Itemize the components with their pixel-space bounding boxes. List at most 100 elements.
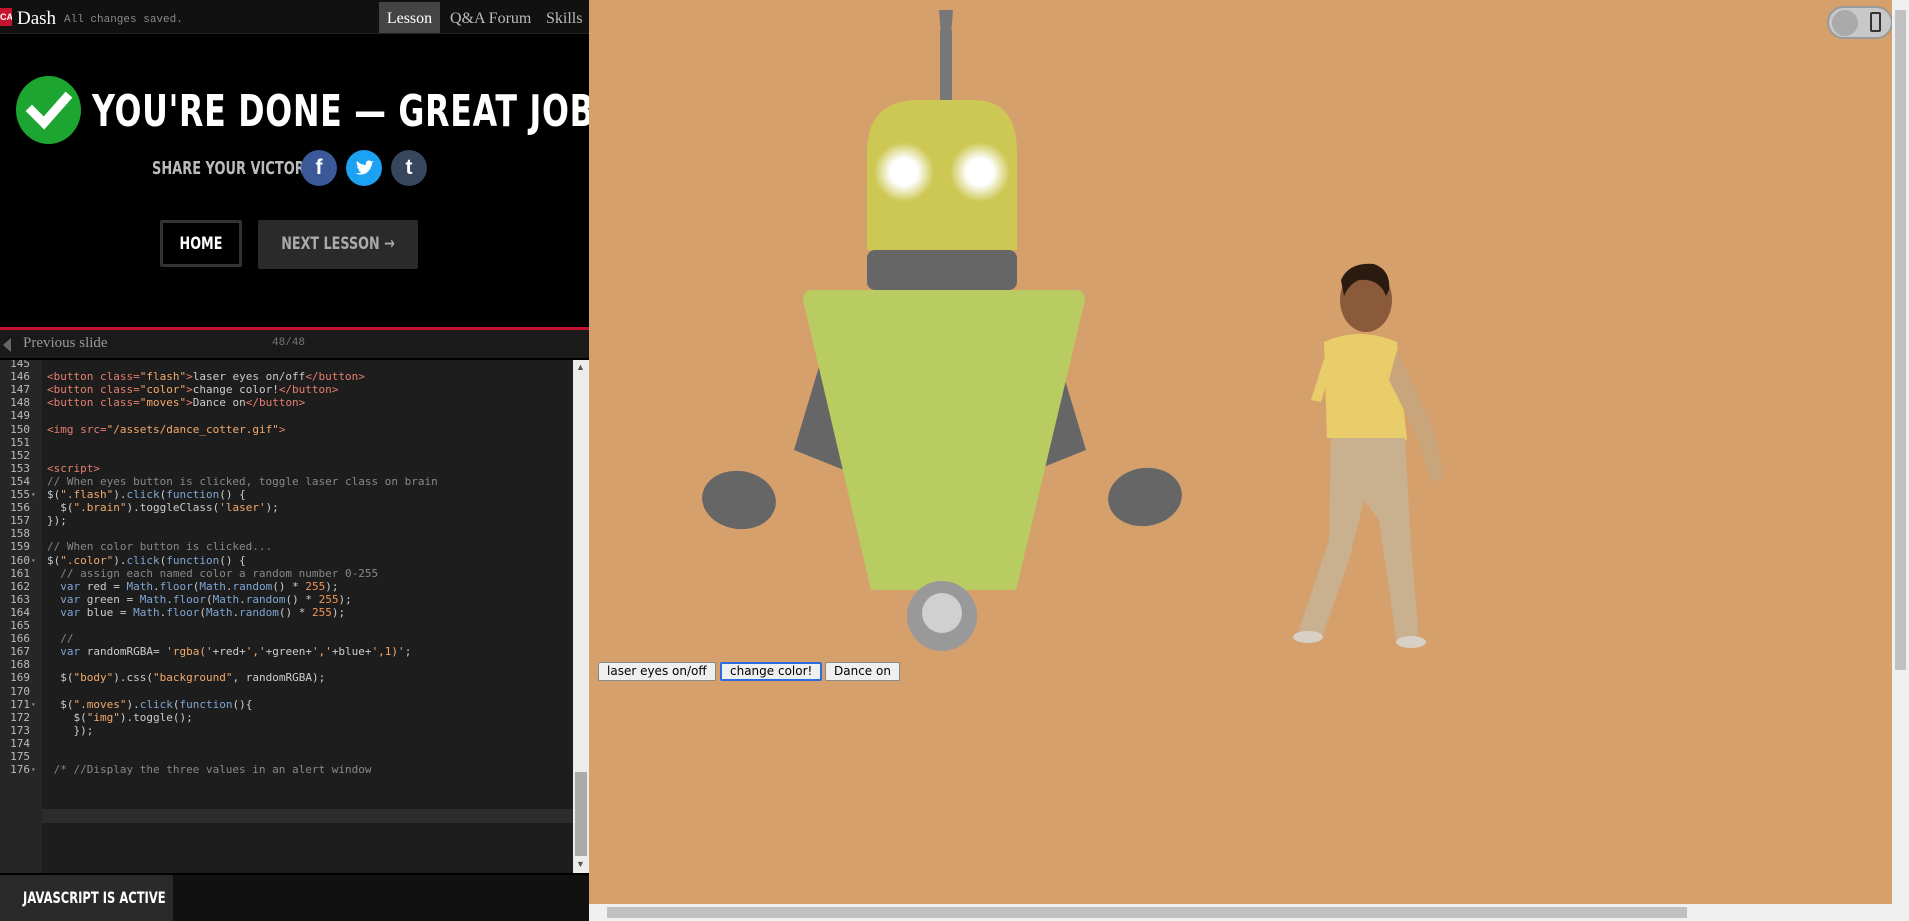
line-number: 174 xyxy=(10,736,30,750)
previous-arrow-icon[interactable] xyxy=(3,338,11,352)
javascript-active-indicator: JAVASCRIPT IS ACTIVE xyxy=(0,875,173,921)
line-number: 165 xyxy=(10,619,30,632)
scroll-up-icon[interactable]: ▲ xyxy=(576,362,585,372)
dancing-man-image xyxy=(1293,263,1444,648)
code-line[interactable]: var blue = Math.floor(Math.random() * 25… xyxy=(47,606,345,619)
line-number: 172 xyxy=(10,710,30,724)
line-number: 166 xyxy=(10,632,30,646)
line-number: 176 xyxy=(10,763,30,777)
line-number: 171 xyxy=(10,697,30,711)
javascript-active-label: JAVASCRIPT IS ACTIVE xyxy=(23,888,166,907)
code-line[interactable]: $("img").toggle(); xyxy=(47,711,192,724)
preview-horizontal-scroll-thumb[interactable] xyxy=(607,907,1687,918)
robot-left-eye xyxy=(874,142,934,202)
line-number: 150 xyxy=(10,422,30,436)
line-number: 169 xyxy=(10,671,30,685)
slide-counter: 48/48 xyxy=(272,337,306,349)
line-number: 149 xyxy=(10,409,30,423)
line-number: 148 xyxy=(10,396,30,410)
line-number: 152 xyxy=(10,448,30,462)
mobile-phone-icon[interactable] xyxy=(1870,12,1881,32)
next-lesson-button[interactable]: NEXT LESSON → xyxy=(258,220,418,269)
brand-name[interactable]: Dash xyxy=(17,8,56,30)
fold-arrow-icon[interactable]: ▾ xyxy=(31,700,36,709)
next-lesson-label: NEXT LESSON → xyxy=(281,234,395,254)
line-number: 159 xyxy=(10,540,30,554)
robot-illustration xyxy=(702,10,1444,651)
code-line[interactable]: $(".moves").click(function(){ xyxy=(47,698,252,711)
line-number: 151 xyxy=(10,435,30,449)
code-line[interactable]: $(".brain").toggleClass('laser'); xyxy=(47,501,279,514)
twitter-icon[interactable] xyxy=(346,150,382,186)
line-number: 157 xyxy=(10,514,30,528)
code-line[interactable]: var green = Math.floor(Math.random() * 2… xyxy=(47,593,351,606)
dance-on-button[interactable]: Dance on xyxy=(825,662,900,681)
code-line[interactable]: $("body").css("background", randomRGBA); xyxy=(47,671,325,684)
code-line[interactable]: $(".flash").click(function() { xyxy=(47,488,246,501)
line-number: 170 xyxy=(10,684,30,698)
change-color-button[interactable]: change color! xyxy=(720,662,823,681)
line-number-gutter: 145 146 147 148 149 150 151 152 153 154 155 ▾ 156 157… xyxy=(0,360,42,873)
code-line[interactable]: // xyxy=(47,632,73,645)
code-line[interactable]: // When color button is clicked... xyxy=(47,540,272,553)
code-line[interactable]: }); xyxy=(47,514,67,527)
line-number: 155 xyxy=(10,488,30,501)
code-line[interactable]: <script> xyxy=(47,462,100,475)
code-line[interactable]: $(".color").click(function() { xyxy=(47,554,246,567)
line-number: 154 xyxy=(10,474,30,488)
line-number: 164 xyxy=(10,605,30,619)
line-number: 163 xyxy=(10,592,30,606)
line-number: 156 xyxy=(10,501,30,515)
facebook-icon[interactable]: f xyxy=(301,150,337,186)
home-button-label: HOME xyxy=(179,234,223,254)
code-editor[interactable]: 145 146 147 148 149 150 151 152 153 154 155 ▾ 156 157… xyxy=(0,360,573,873)
line-number: 167 xyxy=(10,645,30,659)
robot-body xyxy=(803,290,1085,590)
code-line[interactable]: <button class="flash">laser eyes on/off<… xyxy=(47,370,365,383)
line-number: 147 xyxy=(10,383,30,397)
code-line[interactable]: <button class="color">change color!</but… xyxy=(47,383,338,396)
tab-skills[interactable]: Skills xyxy=(546,2,582,33)
fold-arrow-icon[interactable]: ▾ xyxy=(31,556,36,565)
top-bar: CA Dash All changes saved. Lesson Q&A Fo… xyxy=(0,0,589,34)
robot-left-hand xyxy=(702,470,776,530)
tab-qa-forum[interactable]: Q&A Forum xyxy=(450,2,531,33)
codecademy-logo[interactable]: CA xyxy=(0,8,12,26)
toggle-knob[interactable] xyxy=(1832,10,1858,36)
line-number: 145 xyxy=(10,360,30,370)
tumblr-icon[interactable]: t xyxy=(391,150,427,186)
home-button[interactable]: HOME xyxy=(160,220,242,267)
laser-eyes-button[interactable]: laser eyes on/off xyxy=(598,662,716,681)
save-status: All changes saved. xyxy=(64,14,183,26)
code-line[interactable]: <button class="moves">Dance on</button> xyxy=(47,396,305,409)
line-number: 161 xyxy=(10,566,30,580)
result-preview: laser eyes on/off change color! Dance on xyxy=(589,0,1909,921)
line-number: 175 xyxy=(10,750,30,763)
scroll-down-icon[interactable]: ▼ xyxy=(576,859,585,869)
fold-arrow-icon[interactable]: ▾ xyxy=(31,765,36,774)
lesson-pane: CA Dash All changes saved. Lesson Q&A Fo… xyxy=(0,0,610,921)
code-line[interactable]: /* //Display the three values in an aler… xyxy=(47,763,372,776)
line-number: 158 xyxy=(10,527,30,541)
editor-scrollbar-thumb[interactable] xyxy=(575,772,587,856)
robot-right-hand xyxy=(1108,467,1182,527)
code-line[interactable]: var randomRGBA= 'rgba('+red+','+green+',… xyxy=(47,645,411,658)
share-label: SHARE YOUR VICTORY: xyxy=(152,158,318,179)
code-line[interactable]: // When eyes button is clicked, toggle l… xyxy=(47,475,438,488)
completion-title: YOU'RE DONE — GREAT JOB! xyxy=(92,86,610,137)
line-number: 146 xyxy=(10,370,30,384)
code-line[interactable]: }); xyxy=(47,724,93,737)
active-line-highlight xyxy=(42,809,573,823)
line-number: 160 xyxy=(10,553,30,567)
line-number: 168 xyxy=(10,658,30,672)
tab-lesson[interactable]: Lesson xyxy=(379,2,440,33)
code-line[interactable]: // assign each named color a random numb… xyxy=(47,567,378,580)
fold-arrow-icon[interactable]: ▾ xyxy=(31,490,36,499)
preview-vertical-scroll-thumb[interactable] xyxy=(1895,10,1906,670)
line-number: 153 xyxy=(10,461,30,475)
checkmark-icon xyxy=(16,76,81,144)
code-line[interactable]: var red = Math.floor(Math.random() * 255… xyxy=(47,580,338,593)
code-line[interactable]: <img src="/assets/dance_cotter.gif"> xyxy=(47,423,285,436)
line-number: 173 xyxy=(10,723,30,737)
previous-slide-link[interactable]: Previous slide xyxy=(23,335,108,352)
